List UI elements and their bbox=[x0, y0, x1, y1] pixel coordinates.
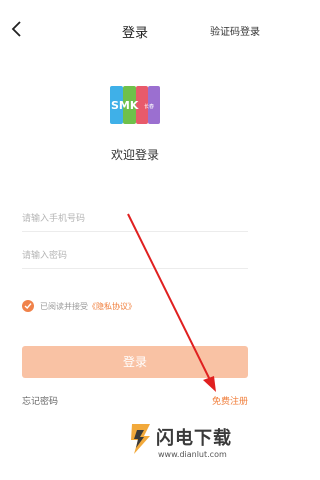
agree-checkbox[interactable] bbox=[22, 300, 34, 312]
sms-login-link[interactable]: 验证码登录 bbox=[210, 23, 260, 38]
logo-subtext: 长春 bbox=[144, 103, 154, 110]
watermark-name: 闪电下载 bbox=[156, 428, 232, 449]
watermark-url: www.dianlut.com bbox=[158, 450, 227, 459]
agreement-row: 已阅读并接受 《隐私协议》 bbox=[22, 297, 136, 315]
lightning-logo-icon bbox=[131, 424, 150, 454]
phone-input[interactable] bbox=[22, 207, 248, 231]
phone-field[interactable] bbox=[22, 206, 248, 232]
password-input[interactable] bbox=[22, 244, 248, 268]
agree-label: 已阅读并接受 bbox=[40, 301, 88, 311]
forgot-password-link[interactable]: 忘记密码 bbox=[22, 394, 58, 407]
register-link[interactable]: 免费注册 bbox=[212, 394, 248, 407]
top-bar: 登录 验证码登录 bbox=[0, 0, 270, 60]
privacy-policy-link[interactable]: 《隐私协议》 bbox=[88, 301, 136, 312]
welcome-heading: 欢迎登录 bbox=[110, 148, 159, 162]
password-field[interactable] bbox=[22, 243, 248, 269]
watermark: 闪电下载 www.dianlut.com bbox=[128, 420, 258, 468]
login-button[interactable]: 登录 bbox=[22, 346, 248, 378]
app-logo: SMK 长春 bbox=[110, 86, 160, 124]
checkmark-icon bbox=[24, 303, 32, 310]
annotation-arrow bbox=[127, 213, 216, 392]
logo-text: SMK bbox=[111, 99, 139, 112]
